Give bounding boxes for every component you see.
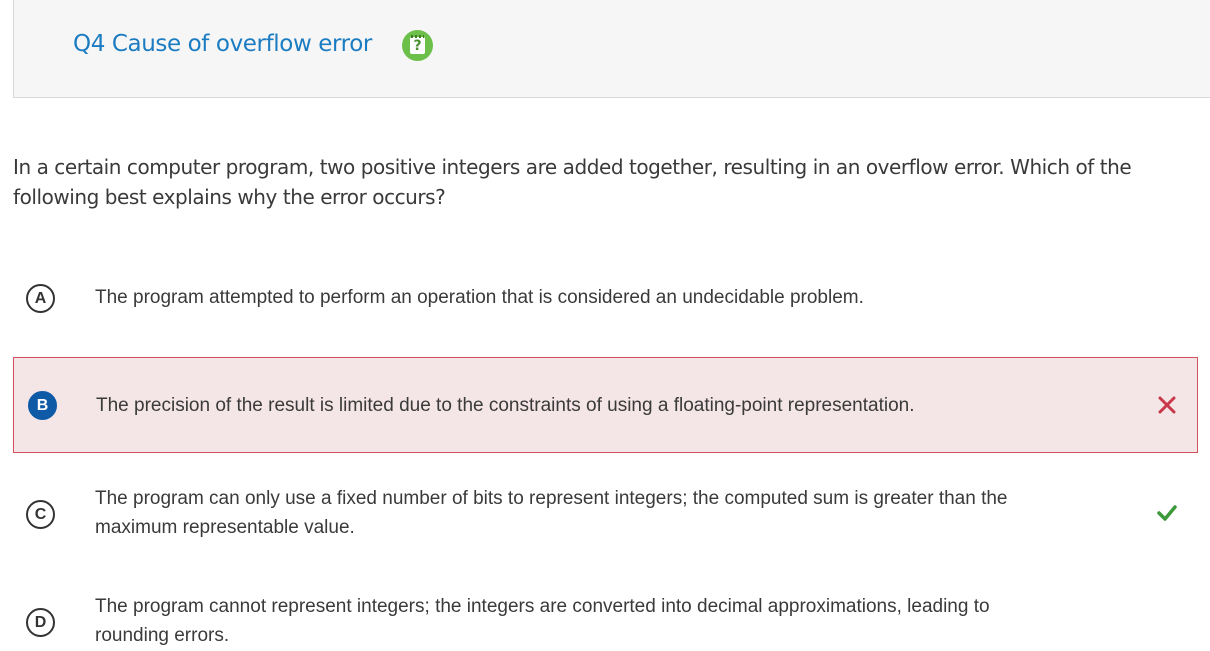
- question-text: In a certain computer program, two posit…: [13, 155, 1132, 209]
- option-text: The program cannot represent integers; t…: [95, 596, 990, 646]
- option-text: The program can only use a fixed number …: [95, 488, 1008, 538]
- answer-option-d[interactable]: D The program cannot represent integers;…: [13, 588, 1198, 651]
- option-text: The program attempted to perform an oper…: [95, 287, 864, 308]
- question-title: Q4 Cause of overflow error: [73, 31, 372, 57]
- option-letter-badge: C: [26, 500, 55, 529]
- check-icon: [1157, 505, 1177, 521]
- option-letter-badge: D: [26, 608, 55, 637]
- option-letter-badge: B: [28, 391, 57, 420]
- answer-option-a[interactable]: A The program attempted to perform an op…: [13, 270, 1198, 326]
- help-pad-rings: [411, 35, 424, 38]
- option-letter-badge: A: [26, 284, 55, 313]
- help-pad: ?: [410, 37, 425, 54]
- notepad-question-icon[interactable]: ?: [402, 30, 433, 61]
- cross-icon: [1158, 396, 1176, 414]
- answer-option-b[interactable]: B The precision of the result is limited…: [13, 357, 1198, 453]
- answer-option-c[interactable]: C The program can only use a fixed numbe…: [13, 480, 1198, 550]
- option-text: The precision of the result is limited d…: [96, 395, 915, 416]
